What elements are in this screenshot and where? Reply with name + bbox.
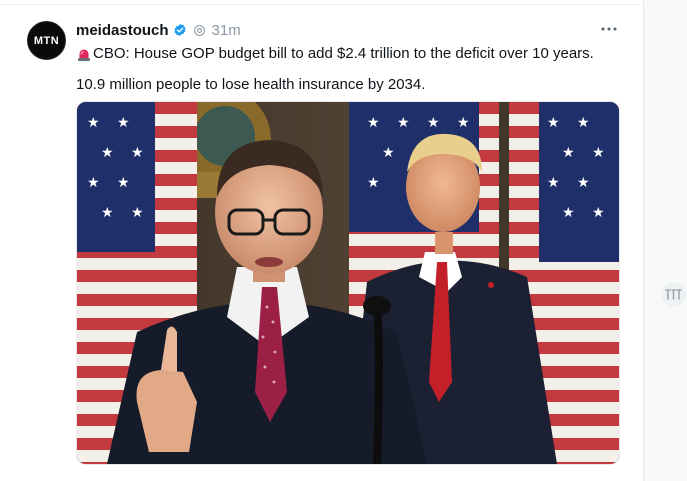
svg-text:★: ★	[131, 205, 144, 221]
svg-text:★: ★	[367, 115, 380, 131]
post-image[interactable]: ★ ★ ★ ★ ★ ★ ★ ★ ★ ★ ★ ★ ★ ★ ★ ★ ★ ★ ★ ★ …	[76, 101, 620, 465]
more-icon[interactable]	[598, 22, 620, 36]
svg-text:★: ★	[87, 175, 100, 191]
svg-text:★: ★	[562, 145, 575, 161]
svg-text:★: ★	[101, 145, 114, 161]
right-rail	[643, 0, 687, 481]
svg-text:★: ★	[592, 145, 605, 161]
svg-text:★: ★	[117, 175, 130, 191]
timeline: MTN meidastouch 31m CBO: House GOP budge…	[0, 0, 643, 481]
siren-emoji-icon	[78, 49, 90, 61]
svg-text:★: ★	[382, 145, 395, 161]
username[interactable]: meidastouch	[76, 22, 169, 39]
svg-text:★: ★	[427, 115, 440, 131]
svg-text:★: ★	[457, 115, 470, 131]
svg-text:★: ★	[101, 205, 114, 221]
verified-badge-icon	[173, 23, 186, 37]
post-header: meidastouch 31m	[76, 20, 241, 40]
divider	[0, 4, 643, 5]
svg-text:★: ★	[547, 175, 560, 191]
affiliate-icon	[193, 24, 205, 36]
press-conference-photo: ★ ★ ★ ★ ★ ★ ★ ★ ★ ★ ★ ★ ★ ★ ★ ★ ★ ★ ★ ★ …	[77, 102, 619, 464]
svg-text:★: ★	[367, 175, 380, 191]
post-text-1: CBO: House GOP budget bill to add $2.4 t…	[93, 45, 594, 62]
svg-text:★: ★	[577, 115, 590, 131]
avatar-logo-text: MTN	[33, 34, 60, 47]
svg-text:★: ★	[577, 175, 590, 191]
svg-text:★: ★	[592, 205, 605, 221]
svg-text:★: ★	[562, 205, 575, 221]
post-text-line-1: CBO: House GOP budget bill to add $2.4 t…	[76, 44, 594, 64]
svg-text:★: ★	[117, 115, 130, 131]
svg-text:★: ★	[547, 115, 560, 131]
post-text-line-2: 10.9 million people to lose health insur…	[76, 76, 426, 93]
avatar[interactable]: MTN	[27, 21, 66, 60]
svg-text:★: ★	[87, 115, 100, 131]
translate-icon[interactable]	[660, 281, 687, 308]
svg-text:★: ★	[397, 115, 410, 131]
timestamp[interactable]: 31m	[212, 22, 241, 39]
svg-text:★: ★	[131, 145, 144, 161]
